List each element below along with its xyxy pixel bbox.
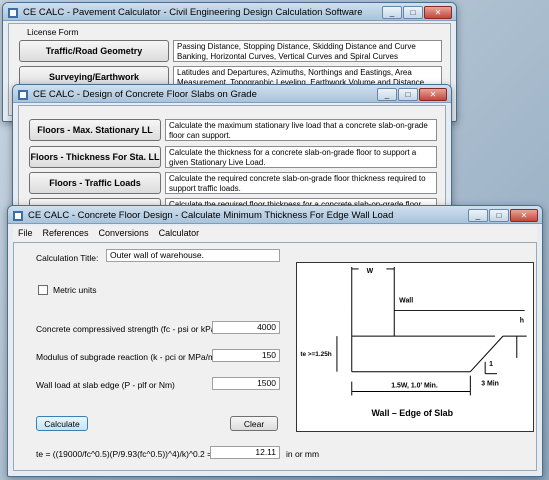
title-bar[interactable]: CE CALC - Pavement Calculator - Civil En… — [3, 3, 456, 21]
item-description: Calculate the maximum stationary live lo… — [165, 119, 437, 141]
window-client: Floors - Max. Stationary LL Calculate th… — [18, 105, 446, 218]
close-button[interactable]: ✕ — [510, 209, 538, 222]
dim-w-label: W — [367, 268, 374, 275]
k-label: Modulus of subgrade reaction (k - pci or… — [36, 352, 218, 362]
h-label: h — [520, 317, 524, 324]
fc-input[interactable]: 4000 — [212, 321, 280, 334]
app-icon — [13, 210, 23, 221]
slope-1-label: 1 — [489, 361, 493, 368]
close-button[interactable]: ✕ — [424, 6, 452, 19]
item-description: Calculate the required concrete slab-on-… — [165, 172, 437, 194]
formula-label: te = ((19000/fc^0.5)(P/9.93(fc^0.5))^4)/… — [36, 449, 213, 459]
window-client: Calculation Title: Outer wall of warehou… — [13, 242, 537, 471]
p-label: Wall load at slab edge (P - plf or Nm) — [36, 380, 175, 390]
floor-slabs-window: CE CALC - Design of Concrete Floor Slabs… — [12, 84, 452, 219]
floors-traffic-loads-button[interactable]: Floors - Traffic Loads — [29, 172, 161, 194]
title-bar[interactable]: CE CALC - Concrete Floor Design - Calcul… — [8, 206, 542, 224]
floors-thickness-sta-ll-button[interactable]: Floors - Thickness For Sta. LL — [29, 146, 161, 168]
menu-references[interactable]: References — [38, 226, 94, 242]
list-item: Floors - Max. Stationary LL Calculate th… — [29, 119, 437, 141]
maximize-button[interactable]: □ — [403, 6, 423, 19]
calculate-button[interactable]: Calculate — [36, 416, 88, 431]
minimize-button[interactable]: _ — [382, 6, 402, 19]
wall-label: Wall — [399, 298, 413, 305]
item-description: Calculate the thickness for a concrete s… — [165, 146, 437, 168]
k-input[interactable]: 150 — [212, 349, 280, 362]
list-item: Floors - Thickness For Sta. LL Calculate… — [29, 146, 437, 168]
edge-wall-load-window: CE CALC - Concrete Floor Design - Calcul… — [7, 205, 543, 477]
p-input[interactable]: 1500 — [212, 377, 280, 390]
maximize-button[interactable]: □ — [489, 209, 509, 222]
window-title: CE CALC - Concrete Floor Design - Calcul… — [28, 210, 394, 221]
floors-max-stationary-ll-button[interactable]: Floors - Max. Stationary LL — [29, 119, 161, 141]
result-output[interactable]: 12.11 — [210, 446, 280, 459]
diagram-caption: Wall – Edge of Slab — [372, 408, 454, 418]
calc-title-label: Calculation Title: — [36, 253, 99, 263]
slope-3-label: 3 Min — [481, 381, 499, 388]
maximize-button[interactable]: □ — [398, 88, 418, 101]
calc-title-input[interactable]: Outer wall of warehouse. — [106, 249, 280, 262]
clear-button[interactable]: Clear — [230, 416, 278, 431]
width-label: 1.5W, 1.0' Min. — [391, 383, 438, 390]
menu-license-form[interactable]: License Form — [27, 27, 79, 37]
minimize-button[interactable]: _ — [468, 209, 488, 222]
te-label: te >=1.25h — [300, 351, 331, 358]
menu-calculator[interactable]: Calculator — [154, 226, 205, 242]
close-button[interactable]: ✕ — [419, 88, 447, 101]
window-title: CE CALC - Pavement Calculator - Civil En… — [23, 7, 363, 18]
window-title: CE CALC - Design of Concrete Floor Slabs… — [33, 89, 257, 100]
item-description: Passing Distance, Stopping Distance, Ski… — [173, 40, 442, 62]
menu-bar: File References Conversions Calculator — [13, 226, 537, 242]
list-item: Traffic/Road Geometry Passing Distance, … — [19, 40, 442, 62]
menu-conversions[interactable]: Conversions — [94, 226, 154, 242]
app-icon — [18, 89, 28, 100]
metric-units-checkbox[interactable] — [38, 285, 48, 295]
title-bar[interactable]: CE CALC - Design of Concrete Floor Slabs… — [13, 85, 451, 103]
traffic-road-geometry-button[interactable]: Traffic/Road Geometry — [19, 40, 169, 62]
list-item: Floors - Traffic Loads Calculate the req… — [29, 172, 437, 194]
metric-units-label: Metric units — [53, 285, 97, 295]
unit-label: in or mm — [286, 449, 320, 459]
menu-file[interactable]: File — [13, 226, 38, 242]
app-icon — [8, 7, 18, 18]
fc-label: Concrete compressived strength (fc - psi… — [36, 324, 219, 334]
edge-wall-diagram: W Wall te >=1.25h h 1 3 Min 1.5W, 1.0' M… — [296, 262, 534, 432]
minimize-button[interactable]: _ — [377, 88, 397, 101]
